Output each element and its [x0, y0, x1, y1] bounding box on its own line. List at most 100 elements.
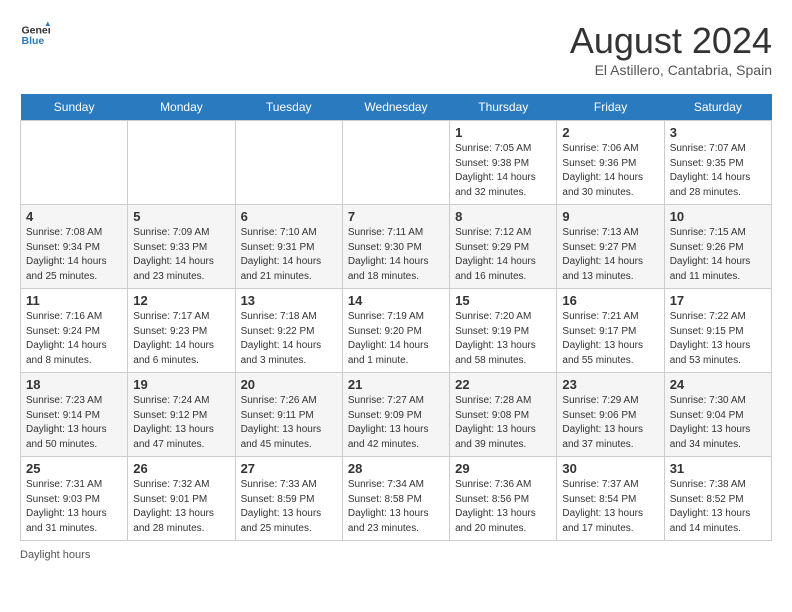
svg-text:Blue: Blue [22, 35, 45, 47]
date-number: 7 [348, 209, 444, 224]
cell-content: Sunrise: 7:36 AM Sunset: 8:56 PM Dayligh… [455, 478, 551, 536]
month-title: August 2024 [570, 20, 772, 62]
calendar-cell: 31 Sunrise: 7:38 AM Sunset: 8:52 PM Dayli… [664, 457, 771, 541]
cell-content: Sunrise: 7:22 AM Sunset: 9:15 PM Dayligh… [670, 310, 766, 368]
calendar-cell: 19 Sunrise: 7:24 AM Sunset: 9:12 PM Dayli… [128, 373, 235, 457]
calendar-cell: 16Sunrise: 7:21 AM Sunset: 9:17 PM Dayli… [557, 289, 664, 373]
date-number: 11 [26, 293, 122, 308]
cell-content: Sunrise: 7:32 AM Sunset: 9:01 PM Dayligh… [133, 478, 229, 536]
date-number: 8 [455, 209, 551, 224]
calendar-cell: 24 Sunrise: 7:30 AM Sunset: 9:04 PM Dayli… [664, 373, 771, 457]
weekday-header: Sunday [21, 94, 128, 121]
cell-content: Sunrise: 7:17 AM Sunset: 9:23 PM Dayligh… [133, 310, 229, 368]
calendar-cell: 30 Sunrise: 7:37 AM Sunset: 8:54 PM Dayli… [557, 457, 664, 541]
date-number: 14 [348, 293, 444, 308]
calendar-cell: 6 Sunrise: 7:10 AM Sunset: 9:31 PM Daylig… [235, 205, 342, 289]
date-number: 4 [26, 209, 122, 224]
weekday-header: Wednesday [342, 94, 449, 121]
cell-content: Sunrise: 7:24 AM Sunset: 9:12 PM Dayligh… [133, 394, 229, 452]
logo-icon: General Blue [20, 20, 50, 50]
cell-content: Sunrise: 7:29 AM Sunset: 9:06 PM Dayligh… [562, 394, 658, 452]
cell-content: Sunrise: 7:23 AM Sunset: 9:14 PM Dayligh… [26, 394, 122, 452]
cell-content: Sunrise: 7:13 AM Sunset: 9:27 PM Dayligh… [562, 226, 658, 284]
calendar-cell: 13Sunrise: 7:18 AM Sunset: 9:22 PM Dayli… [235, 289, 342, 373]
calendar-cell: 27Sunrise: 7:33 AM Sunset: 8:59 PM Dayli… [235, 457, 342, 541]
cell-content: Sunrise: 7:21 AM Sunset: 9:17 PM Dayligh… [562, 310, 658, 368]
cell-content: Sunrise: 7:12 AM Sunset: 9:29 PM Dayligh… [455, 226, 551, 284]
date-number: 23 [562, 377, 658, 392]
date-number: 21 [348, 377, 444, 392]
calendar-table: SundayMondayTuesdayWednesdayThursdayFrid… [20, 94, 772, 541]
calendar-week-row: 1Sunrise: 7:05 AM Sunset: 9:38 PM Daylig… [21, 121, 772, 205]
date-number: 31 [670, 461, 766, 476]
calendar-cell: 7 Sunrise: 7:11 AM Sunset: 9:30 PM Daylig… [342, 205, 449, 289]
date-number: 5 [133, 209, 229, 224]
date-number: 28 [348, 461, 444, 476]
calendar-cell: 22 Sunrise: 7:28 AM Sunset: 9:08 PM Dayli… [450, 373, 557, 457]
location: El Astillero, Cantabria, Spain [570, 62, 772, 78]
date-number: 27 [241, 461, 337, 476]
calendar-cell [342, 121, 449, 205]
cell-content: Sunrise: 7:30 AM Sunset: 9:04 PM Dayligh… [670, 394, 766, 452]
cell-content: Sunrise: 7:28 AM Sunset: 9:08 PM Dayligh… [455, 394, 551, 452]
calendar-cell: 4 Sunrise: 7:08 AM Sunset: 9:34 PM Daylig… [21, 205, 128, 289]
calendar-cell: 29Sunrise: 7:36 AM Sunset: 8:56 PM Dayli… [450, 457, 557, 541]
calendar-cell: 11Sunrise: 7:16 AM Sunset: 9:24 PM Dayli… [21, 289, 128, 373]
daylight-label: Daylight hours [20, 549, 90, 561]
cell-content: Sunrise: 7:19 AM Sunset: 9:20 PM Dayligh… [348, 310, 444, 368]
calendar-cell: 10 Sunrise: 7:15 AM Sunset: 9:26 PM Dayli… [664, 205, 771, 289]
calendar-cell [21, 121, 128, 205]
date-number: 24 [670, 377, 766, 392]
weekday-header: Friday [557, 94, 664, 121]
page-header: General Blue August 2024 El Astillero, C… [20, 20, 772, 78]
cell-content: Sunrise: 7:05 AM Sunset: 9:38 PM Dayligh… [455, 142, 551, 200]
calendar-cell: 17Sunrise: 7:22 AM Sunset: 9:15 PM Dayli… [664, 289, 771, 373]
date-number: 30 [562, 461, 658, 476]
weekday-header: Monday [128, 94, 235, 121]
cell-content: Sunrise: 7:38 AM Sunset: 8:52 PM Dayligh… [670, 478, 766, 536]
calendar-cell: 9 Sunrise: 7:13 AM Sunset: 9:27 PM Daylig… [557, 205, 664, 289]
cell-content: Sunrise: 7:26 AM Sunset: 9:11 PM Dayligh… [241, 394, 337, 452]
date-number: 26 [133, 461, 229, 476]
cell-content: Sunrise: 7:11 AM Sunset: 9:30 PM Dayligh… [348, 226, 444, 284]
date-number: 3 [670, 125, 766, 140]
calendar-week-row: 25 Sunrise: 7:31 AM Sunset: 9:03 PM Dayli… [21, 457, 772, 541]
cell-content: Sunrise: 7:08 AM Sunset: 9:34 PM Dayligh… [26, 226, 122, 284]
date-number: 18 [26, 377, 122, 392]
date-number: 9 [562, 209, 658, 224]
calendar-cell: 18 Sunrise: 7:23 AM Sunset: 9:14 PM Dayli… [21, 373, 128, 457]
calendar-cell: 28 Sunrise: 7:34 AM Sunset: 8:58 PM Dayli… [342, 457, 449, 541]
calendar-cell: 15 Sunrise: 7:20 AM Sunset: 9:19 PM Dayli… [450, 289, 557, 373]
date-number: 19 [133, 377, 229, 392]
calendar-week-row: 18 Sunrise: 7:23 AM Sunset: 9:14 PM Dayli… [21, 373, 772, 457]
title-block: August 2024 El Astillero, Cantabria, Spa… [570, 20, 772, 78]
date-number: 12 [133, 293, 229, 308]
cell-content: Sunrise: 7:20 AM Sunset: 9:19 PM Dayligh… [455, 310, 551, 368]
cell-content: Sunrise: 7:09 AM Sunset: 9:33 PM Dayligh… [133, 226, 229, 284]
cell-content: Sunrise: 7:37 AM Sunset: 8:54 PM Dayligh… [562, 478, 658, 536]
date-number: 10 [670, 209, 766, 224]
cell-content: Sunrise: 7:07 AM Sunset: 9:35 PM Dayligh… [670, 142, 766, 200]
calendar-cell [235, 121, 342, 205]
calendar-cell: 2Sunrise: 7:06 AM Sunset: 9:36 PM Daylig… [557, 121, 664, 205]
date-number: 6 [241, 209, 337, 224]
logo: General Blue [20, 20, 54, 50]
cell-content: Sunrise: 7:31 AM Sunset: 9:03 PM Dayligh… [26, 478, 122, 536]
date-number: 15 [455, 293, 551, 308]
calendar-cell: 25 Sunrise: 7:31 AM Sunset: 9:03 PM Dayli… [21, 457, 128, 541]
calendar-cell: 8 Sunrise: 7:12 AM Sunset: 9:29 PM Daylig… [450, 205, 557, 289]
cell-content: Sunrise: 7:15 AM Sunset: 9:26 PM Dayligh… [670, 226, 766, 284]
weekday-header: Saturday [664, 94, 771, 121]
date-number: 25 [26, 461, 122, 476]
calendar-cell [128, 121, 235, 205]
calendar-week-row: 4 Sunrise: 7:08 AM Sunset: 9:34 PM Daylig… [21, 205, 772, 289]
calendar-week-row: 11Sunrise: 7:16 AM Sunset: 9:24 PM Dayli… [21, 289, 772, 373]
calendar-cell: 1Sunrise: 7:05 AM Sunset: 9:38 PM Daylig… [450, 121, 557, 205]
cell-content: Sunrise: 7:10 AM Sunset: 9:31 PM Dayligh… [241, 226, 337, 284]
date-number: 22 [455, 377, 551, 392]
weekday-header-row: SundayMondayTuesdayWednesdayThursdayFrid… [21, 94, 772, 121]
cell-content: Sunrise: 7:34 AM Sunset: 8:58 PM Dayligh… [348, 478, 444, 536]
footer: Daylight hours [20, 549, 772, 561]
cell-content: Sunrise: 7:27 AM Sunset: 9:09 PM Dayligh… [348, 394, 444, 452]
date-number: 13 [241, 293, 337, 308]
